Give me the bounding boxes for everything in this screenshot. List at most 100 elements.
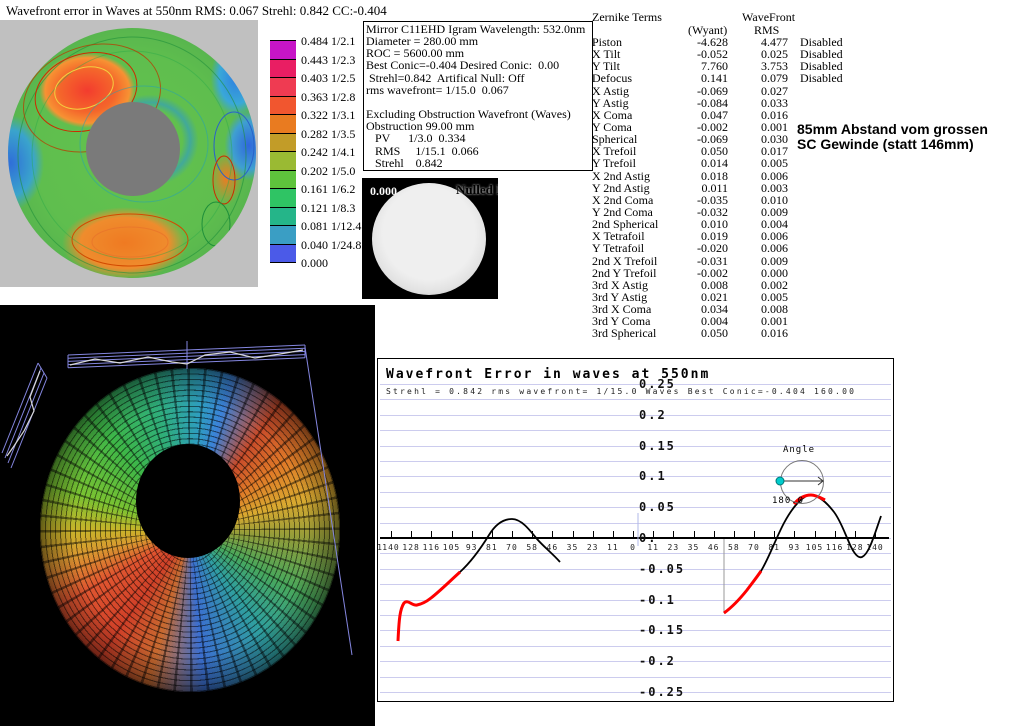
- colorbar-segment: [270, 96, 296, 115]
- zernike-col-rms: RMS: [754, 23, 779, 38]
- annotation-note-line1: 85mm Abstand vom grossen: [797, 122, 988, 137]
- colorbar-segment: [270, 244, 296, 263]
- zernike-header: Zernike Terms WaveFront (Wyant) RMS: [592, 10, 852, 36]
- info-line: PV 1/3.0 0.334: [366, 132, 590, 144]
- colorbar-label: 0.161 1/6.2: [301, 182, 355, 197]
- info-line: Strehl 0.842: [366, 157, 590, 169]
- colorbar-label: 0.081 1/12.4: [301, 219, 361, 234]
- zernike-row: X Astig-0.0690.027: [592, 85, 852, 97]
- zernike-wyant-value: 0.141: [690, 72, 728, 84]
- nulled-value-label: 0.000: [370, 184, 397, 199]
- profile-chart-title: Wavefront Error in waves at 550nm: [386, 367, 710, 382]
- zernike-rms-value: 0.079: [728, 72, 788, 84]
- zernike-row: 3rd Spherical0.0500.016: [592, 327, 852, 339]
- wireframe-frame-lines: [0, 305, 375, 726]
- zernike-rms-value: 0.009: [728, 255, 788, 267]
- profile-curve-right-red: [724, 571, 761, 613]
- info-box-lines: Mirror C11EHD Igram Wavelength: 532.0nmD…: [366, 23, 590, 169]
- zernike-row: 2nd Y Trefoil-0.0020.000: [592, 267, 852, 279]
- zernike-title: Zernike Terms: [592, 10, 662, 25]
- zernike-rms-value: 0.016: [728, 327, 788, 339]
- colorbar-segment: [270, 59, 296, 78]
- zernike-rms-value: 0.006: [728, 242, 788, 254]
- angle-widget-label: Angle: [769, 445, 829, 455]
- zernike-row: Y Tetrafoil-0.0200.006: [592, 242, 852, 254]
- nulled-caption: Nulled I: [456, 182, 498, 198]
- zernike-rms-value: 0.027: [728, 85, 788, 97]
- nulled-igram-disk: [372, 183, 486, 295]
- zernike-term-name: 3rd Spherical: [592, 327, 690, 339]
- zernike-table: Zernike Terms WaveFront (Wyant) RMS Pist…: [592, 10, 852, 340]
- colorbar-segment: [270, 207, 296, 226]
- zernike-term-name: X 2nd Astig: [592, 170, 690, 182]
- colorbar-label: 0.121 1/8.3: [301, 201, 355, 216]
- zernike-wyant-value: 0.018: [690, 170, 728, 182]
- zernike-term-name: Y Tetrafoil: [592, 242, 690, 254]
- info-line: RMS 1/15.1 0.066: [366, 145, 590, 157]
- wireframe-profile-curves: [7, 350, 303, 456]
- colorbar-label: 0.443 1/2.3: [301, 53, 355, 68]
- zernike-rms-value: 0.006: [728, 170, 788, 182]
- central-obstruction: [86, 102, 180, 196]
- contour-title: Wavefront error in Waves at 550nm RMS: 0…: [6, 3, 387, 19]
- profile-curve-svg: [378, 359, 893, 701]
- profile-curve-right: [724, 495, 881, 613]
- zernike-term-name: 2nd X Trefoil: [592, 255, 690, 267]
- zernike-term-name: Defocus: [592, 72, 690, 84]
- colorbar-segment: [270, 170, 296, 189]
- zernike-term-name: 2nd Y Trefoil: [592, 267, 690, 279]
- colorbar-segment: [270, 133, 296, 152]
- zernike-col-wyant: (Wyant): [688, 23, 727, 38]
- zernike-row: Y 2nd Astig0.0110.003: [592, 182, 852, 194]
- angle-marker-dot[interactable]: [776, 477, 784, 485]
- zernike-rows: Piston-4.6284.477DisabledX Tilt-0.0520.0…: [592, 36, 852, 340]
- contour-map-panel: [0, 20, 258, 287]
- angle-widget-value: 180.0: [772, 496, 804, 506]
- zernike-rms-value: 0.000: [728, 267, 788, 279]
- zernike-wyant-value: -0.020: [690, 242, 728, 254]
- colorbar-label: 0.484 1/2.1: [301, 34, 355, 49]
- colorbar-label: 0.040 1/24.8: [301, 238, 361, 253]
- colorbar-segment: [270, 114, 296, 133]
- colorbar-segment: [270, 188, 296, 207]
- colorbar-label: 0.282 1/3.5: [301, 127, 355, 142]
- colorbar-segment: [270, 225, 296, 244]
- colorbar-label: 0.202 1/5.0: [301, 164, 355, 179]
- annotation-note-line2: SC Gewinde (statt 146mm): [797, 137, 988, 152]
- info-line: Strehl=0.842 Artifical Null: Off: [366, 72, 590, 84]
- profile-chart-subtitle: Strehl = 0.842 rms wavefront= 1/15.0 Wav…: [386, 387, 856, 396]
- colorbar-label: 0.363 1/2.8: [301, 90, 355, 105]
- profile-curve-left: [398, 519, 560, 641]
- zernike-term-name: X Astig: [592, 85, 690, 97]
- info-line: rms wavefront= 1/15.0 0.067: [366, 84, 590, 96]
- zernike-wyant-value: -0.031: [690, 255, 728, 267]
- zernike-row: Y Trefoil0.0140.005: [592, 157, 852, 169]
- zernike-rms-value: 0.005: [728, 157, 788, 169]
- zernike-term-name: Y Trefoil: [592, 157, 690, 169]
- colorbar-segment: [270, 77, 296, 96]
- profile-chart-panel: 1140128116105938170584635231101123354658…: [377, 358, 894, 702]
- colorbar-label: 0.000: [301, 256, 328, 271]
- zernike-wyant-value: -0.002: [690, 267, 728, 279]
- zernike-wyant-value: -0.069: [690, 85, 728, 97]
- zernike-row: 2nd X Trefoil-0.0310.009: [592, 255, 852, 267]
- zernike-row: Defocus0.1410.079 Disabled: [592, 72, 852, 84]
- app-window: Wavefront error in Waves at 550nm RMS: 0…: [0, 0, 1034, 726]
- angle-arrow-icon[interactable]: [774, 473, 830, 489]
- colorbar-label: 0.403 1/2.5: [301, 71, 355, 86]
- colorbar-segment: [270, 40, 296, 59]
- annotation-note: 85mm Abstand vom grossen SC Gewinde (sta…: [797, 122, 988, 152]
- colorbar-segment: [270, 151, 296, 170]
- zernike-wyant-value: 0.050: [690, 327, 728, 339]
- zernike-wyant-value: 0.014: [690, 157, 728, 169]
- profile-curve-left-red: [398, 572, 460, 641]
- colorbar-label: 0.242 1/4.1: [301, 145, 355, 160]
- colorbar-segments: [270, 40, 296, 263]
- mirror-info-box: Mirror C11EHD Igram Wavelength: 532.0nmD…: [363, 21, 593, 171]
- colorbar-label: 0.322 1/3.1: [301, 108, 355, 123]
- zernike-status-toggle[interactable]: Disabled: [800, 72, 843, 84]
- info-line: Best Conic=-0.404 Desired Conic: 0.00: [366, 59, 590, 71]
- nulled-igram-panel: 0.000 Nulled I: [362, 178, 498, 299]
- zernike-row: X 2nd Astig0.0180.006: [592, 170, 852, 182]
- wireframe-3d-panel: [0, 305, 375, 726]
